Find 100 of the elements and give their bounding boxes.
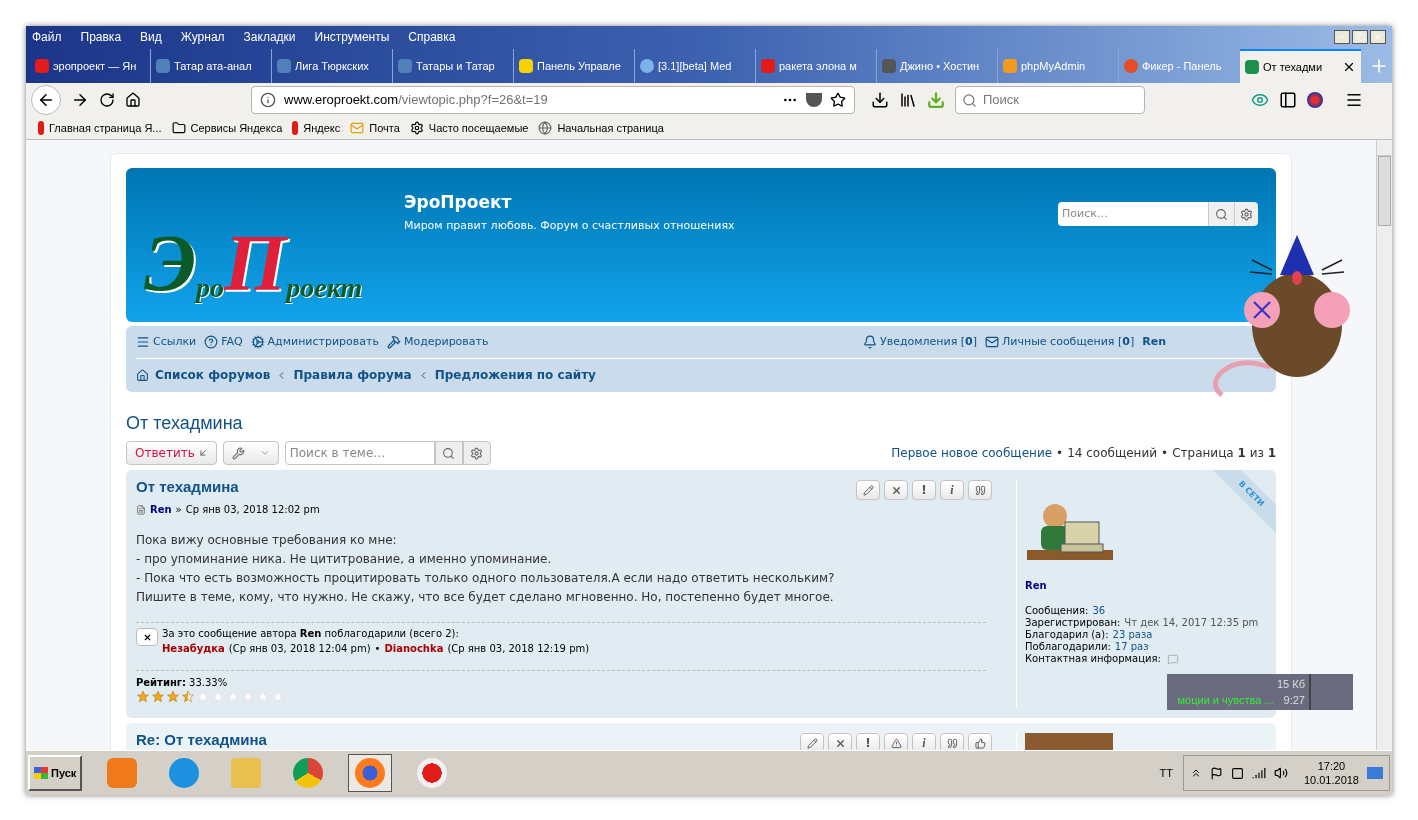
post-text: - Пока что есть возможность процитировать только одного пользователя.А если надо ответить нескольким? [136,570,836,587]
delete-button[interactable] [828,733,852,750]
clock-date: 10.01.2018 [1303,773,1359,787]
topic-title[interactable]: От техадмина [126,410,1276,437]
report-button[interactable]: ! [912,480,936,500]
report-button[interactable]: ! [856,733,880,750]
browser-tab[interactable]: От техадми [1240,49,1361,83]
nav-link[interactable]: Администрировать [250,333,379,351]
language-indicator[interactable]: TT [1159,764,1173,782]
quote-icon [946,737,958,749]
remove-thanks-button[interactable] [136,628,158,646]
nav-link[interactable]: Личные сообщения [0] [985,333,1135,351]
browser-search-field[interactable]: Поиск [955,86,1145,114]
bookmark-item[interactable]: Главная страница Я... [38,119,162,137]
back-button[interactable] [31,85,61,115]
favicon-icon [35,59,49,73]
gear-icon [470,446,484,460]
like-button[interactable] [968,733,992,750]
breadcrumb-link[interactable]: Список форумов [155,366,271,384]
library-icon[interactable] [899,91,917,109]
close-tab-icon[interactable] [1342,60,1356,74]
search-button[interactable] [434,441,463,465]
gears-icon [250,335,265,349]
first-unread-link[interactable]: Первое новое сообщение [891,444,1053,462]
signal-icon[interactable] [1251,766,1266,780]
taskbar-app[interactable] [348,754,393,792]
extension-icon[interactable] [1307,92,1323,108]
sidebar-icon[interactable] [1279,91,1297,109]
reload-icon[interactable] [99,92,115,108]
tools-button[interactable] [222,441,279,465]
edit-button[interactable] [800,733,824,750]
info-icon[interactable] [260,92,276,108]
bookmark-item[interactable]: Яндекс [292,119,341,137]
menu-item[interactable]: Справка [408,27,456,46]
home-icon[interactable] [125,92,141,108]
address-bar[interactable]: www.eroproekt.com/viewtopic.php?f=26&t=19 [251,86,855,114]
menu-item[interactable]: Инструменты [314,27,390,46]
bookmark-item[interactable]: Начальная страница [538,119,664,137]
close-button[interactable] [1370,29,1386,44]
profile-link[interactable]: 23 раза [1112,629,1153,641]
topic-search-field[interactable]: Поиск в теме… [284,441,435,465]
profile-link[interactable]: 36 [1092,605,1106,617]
bell-icon [862,335,877,349]
menu-item[interactable]: Журнал [180,27,225,46]
profile-username[interactable]: Ren [1025,578,1276,593]
scrollbar[interactable] [1376,140,1392,750]
post-title[interactable]: Re: От техадмина [136,729,267,750]
site-tagline: Миром правит любовь. Форум о счастливых отношениях [404,217,735,234]
post-title[interactable]: От техадмина [136,476,239,499]
thanker-link[interactable]: Незабудка [162,641,225,656]
nav-link[interactable]: Уведомления [0] [862,333,978,351]
restore-icon [1355,32,1365,41]
thanker-link[interactable]: Dianochka [384,641,444,656]
favicon-icon [640,59,654,73]
download-icon[interactable] [871,91,889,109]
flag-icon[interactable] [1209,766,1223,780]
nav-link[interactable]: FAQ [204,333,243,351]
site-search-field[interactable]: Поиск… [1058,202,1208,226]
minimize-button[interactable] [1334,29,1350,44]
warn-button[interactable] [884,733,908,750]
bookmark-item[interactable]: Почта [350,119,400,137]
nav-link[interactable]: Ссылки [136,333,197,351]
info-button[interactable]: i [912,733,936,750]
favicon-icon [156,59,170,73]
star-icon [181,690,195,703]
breadcrumb-link[interactable]: Предложения по сайту [434,366,596,384]
reply-button[interactable]: Ответить [126,441,217,465]
search-button[interactable] [1208,202,1234,226]
menu-item[interactable]: Вид [140,27,162,46]
bookmark-item[interactable]: Часто посещаемые [409,119,529,137]
gear-icon [409,121,424,135]
menu-item[interactable]: Правка [80,27,122,46]
user-menu[interactable]: Ren [1142,333,1166,351]
breadcrumb-link[interactable]: Правила форума [293,366,412,384]
star-icon [136,690,150,703]
star-icon[interactable] [830,92,846,108]
menu-icon[interactable] [1345,91,1363,109]
profile-link[interactable]: 17 раз [1114,641,1149,653]
author-link[interactable]: Ren [150,502,172,517]
info-button[interactable]: i [940,480,964,500]
site-title[interactable]: ЭроПроект [404,190,735,216]
start-button[interactable]: Пуск [28,755,83,791]
settings-button[interactable] [1234,202,1258,226]
forward-icon[interactable] [71,91,89,109]
url-text[interactable]: www.eroproekt.com/viewtopic.php?f=26&t=19 [284,90,548,110]
bookmark-item[interactable]: Сервисы Яндекса [171,119,283,137]
delete-button[interactable] [884,480,908,500]
separator-dot: • [374,642,381,656]
edit-button[interactable] [856,480,880,500]
search-icon [962,92,977,108]
menu-item[interactable]: Файл [32,27,62,46]
menu-item[interactable]: Закладки [243,27,296,46]
nav-link[interactable]: Модерировать [386,333,489,351]
quote-button[interactable] [968,480,992,500]
restore-button[interactable] [1352,29,1368,44]
globe-icon [538,121,553,135]
settings-button[interactable] [462,441,491,465]
volume-icon[interactable] [1273,766,1288,780]
quote-button[interactable] [940,733,964,750]
eye-icon[interactable] [1251,91,1269,109]
